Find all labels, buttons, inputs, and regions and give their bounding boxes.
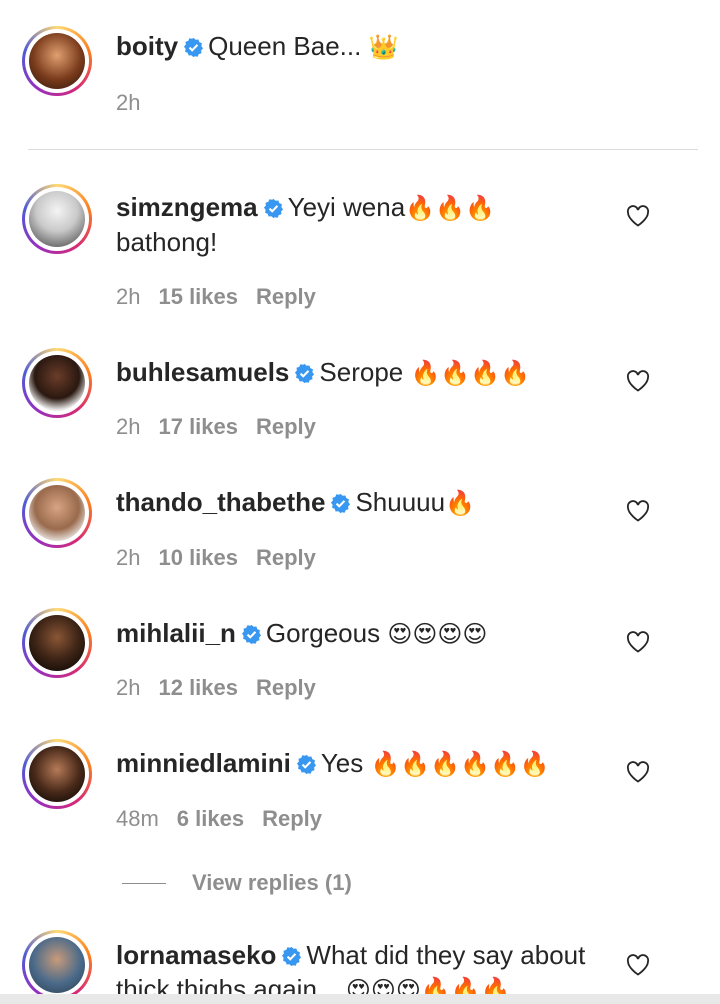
comment-body: thando_thabethe Shuuuu🔥 xyxy=(116,485,616,520)
like-heart-icon[interactable] xyxy=(626,205,650,227)
verified-badge-icon xyxy=(241,624,261,645)
verified-badge-icon xyxy=(184,37,204,58)
profile-photo xyxy=(29,485,85,541)
reply-button[interactable]: Reply xyxy=(256,284,316,309)
profile-photo xyxy=(29,355,85,411)
view-replies-button[interactable]: View replies (1) xyxy=(122,870,352,896)
comment-body: mihlalii_n Gorgeous 😍😍😍😍 xyxy=(116,616,616,651)
comment-username[interactable]: minniedlamini xyxy=(116,748,291,778)
caption-text: Queen Bae... xyxy=(208,31,369,61)
comment-emoji: 🔥🔥🔥🔥 xyxy=(410,359,531,387)
caption-emoji: 👑 xyxy=(368,33,399,61)
like-heart-icon[interactable] xyxy=(626,370,650,392)
comment-username[interactable]: simzngema xyxy=(116,192,258,222)
comment-text: Shuuuu xyxy=(355,487,446,517)
like-heart-icon[interactable] xyxy=(626,631,650,653)
comment-body: buhlesamuels Serope 🔥🔥🔥🔥 xyxy=(116,355,616,390)
caption-time: 2h xyxy=(116,90,141,115)
comment-username[interactable]: mihlalii_n xyxy=(116,618,236,648)
verified-badge-icon xyxy=(295,363,315,384)
verified-badge-icon xyxy=(263,198,283,219)
reply-button[interactable]: Reply xyxy=(256,414,316,439)
comment-likes[interactable]: 17 likes xyxy=(158,414,238,439)
comment-likes[interactable]: 12 likes xyxy=(158,675,238,700)
like-heart-icon[interactable] xyxy=(626,954,650,976)
comment-emoji: 🔥 xyxy=(445,489,475,517)
comment-time: 2h xyxy=(116,414,141,439)
comment-text-line2: thick thighs again.... xyxy=(116,974,346,994)
comment-meta: 2h 15 likes Reply xyxy=(116,284,334,310)
comment-text: Yeyi wena xyxy=(287,192,406,222)
profile-photo xyxy=(29,746,85,802)
comment-text: Yes xyxy=(320,748,371,778)
like-heart-icon[interactable] xyxy=(626,761,650,783)
comment-body: minniedlamini Yes 🔥🔥🔥🔥🔥🔥 xyxy=(116,746,616,781)
profile-photo xyxy=(29,191,85,247)
bottom-edge xyxy=(0,994,720,1004)
comment-username[interactable]: lornamaseko xyxy=(116,940,276,970)
comment-username[interactable]: buhlesamuels xyxy=(116,357,289,387)
like-heart-icon[interactable] xyxy=(626,500,650,522)
reply-button[interactable]: Reply xyxy=(256,675,316,700)
avatar-simzngema[interactable] xyxy=(22,184,92,254)
verified-badge-icon xyxy=(296,754,316,775)
caption-username[interactable]: boity xyxy=(116,31,178,61)
comment-text: Gorgeous xyxy=(265,618,388,648)
comment-likes[interactable]: 6 likes xyxy=(177,806,244,831)
comment-username[interactable]: thando_thabethe xyxy=(116,487,325,517)
comment-meta: 2h 10 likes Reply xyxy=(116,545,334,571)
caption-meta: 2h xyxy=(116,90,158,116)
comment-text: Serope xyxy=(319,357,411,387)
view-replies-label[interactable]: View replies (1) xyxy=(192,870,352,895)
avatar-minniedlamini[interactable] xyxy=(22,739,92,809)
verified-badge-icon xyxy=(331,493,351,514)
comment-time: 48m xyxy=(116,806,159,831)
comment-likes[interactable]: 10 likes xyxy=(158,545,238,570)
caption-body: boity Queen Bae... 👑 xyxy=(116,29,616,64)
avatar-thando-thabethe[interactable] xyxy=(22,478,92,548)
reply-button[interactable]: Reply xyxy=(262,806,322,831)
comment-body: simzngema Yeyi wena🔥🔥🔥 bathong! xyxy=(116,190,616,259)
avatar-lornamaseko[interactable] xyxy=(22,930,92,1000)
comment-time: 2h xyxy=(116,675,141,700)
comment-text: What did they say about xyxy=(306,940,586,970)
reply-button[interactable]: Reply xyxy=(256,545,316,570)
avatar-buhlesamuels[interactable] xyxy=(22,348,92,418)
comment-meta: 48m 6 likes Reply xyxy=(116,806,340,832)
comment-likes[interactable]: 15 likes xyxy=(158,284,238,309)
profile-photo xyxy=(29,33,85,89)
replies-divider xyxy=(122,883,166,884)
avatar-mihlalii-n[interactable] xyxy=(22,608,92,678)
comment-body: lornamaseko What did they say about thick… xyxy=(116,938,616,994)
divider xyxy=(28,149,698,150)
comment-time: 2h xyxy=(116,284,141,309)
profile-photo xyxy=(29,937,85,993)
comment-emoji: 😍😍😍😍 xyxy=(387,620,488,648)
comment-time: 2h xyxy=(116,545,141,570)
comment-meta: 2h 12 likes Reply xyxy=(116,675,334,701)
comment-emoji: 🔥🔥🔥🔥🔥🔥 xyxy=(370,750,550,778)
comment-meta: 2h 17 likes Reply xyxy=(116,414,334,440)
comment-emoji: 🔥🔥🔥 xyxy=(405,194,495,222)
comment-emoji: 😍😍😍🔥🔥🔥 xyxy=(345,976,511,994)
comment-text-line2: bathong! xyxy=(116,227,218,257)
avatar-boity[interactable] xyxy=(22,26,92,96)
verified-badge-icon xyxy=(282,946,302,967)
profile-photo xyxy=(29,615,85,671)
